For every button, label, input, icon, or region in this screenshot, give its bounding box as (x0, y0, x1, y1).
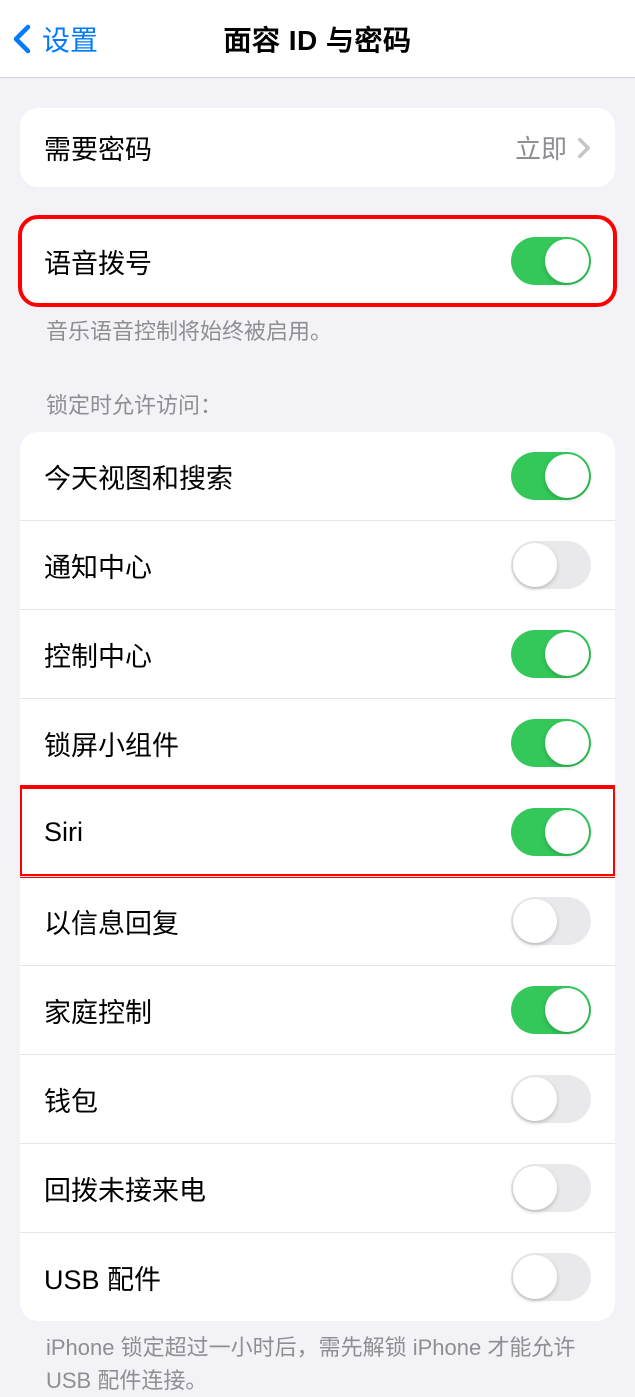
lockscreen-item: 家庭控制 (20, 965, 615, 1054)
lockscreen-item-label: 通知中心 (44, 546, 152, 585)
lockscreen-item: USB 配件 (20, 1232, 615, 1321)
lockscreen-item-toggle[interactable] (511, 986, 591, 1034)
lockscreen-header: 锁定时允许访问： (20, 388, 615, 432)
lockscreen-item: 以信息回复 (20, 876, 615, 965)
lockscreen-item-toggle[interactable] (511, 719, 591, 767)
lockscreen-item: 锁屏小组件 (20, 698, 615, 787)
chevron-left-icon (12, 23, 32, 55)
lockscreen-item-toggle[interactable] (511, 1075, 591, 1123)
lockscreen-item: 通知中心 (20, 520, 615, 609)
lockscreen-item-label: 家庭控制 (44, 991, 152, 1030)
lockscreen-item: 钱包 (20, 1054, 615, 1143)
lockscreen-item: Siri (20, 787, 615, 876)
lockscreen-item: 今天视图和搜索 (20, 432, 615, 520)
voice-dial-footer: 音乐语音控制将始终被启用。 (20, 305, 615, 348)
back-label: 设置 (42, 19, 98, 59)
back-button[interactable]: 设置 (12, 19, 98, 59)
lockscreen-item: 控制中心 (20, 609, 615, 698)
lockscreen-item-label: USB 配件 (44, 1258, 161, 1297)
voice-dial-row: 语音拨号 (20, 217, 615, 305)
lockscreen-item-label: 回拨未接来电 (44, 1169, 206, 1208)
chevron-right-icon (577, 137, 591, 159)
lockscreen-item-toggle[interactable] (511, 897, 591, 945)
page-title: 面容 ID 与密码 (223, 19, 411, 59)
require-passcode-label: 需要密码 (44, 128, 152, 167)
lockscreen-item: 回拨未接来电 (20, 1143, 615, 1232)
lockscreen-item-toggle[interactable] (511, 1253, 591, 1301)
lockscreen-item-label: 锁屏小组件 (44, 724, 179, 763)
lockscreen-item-label: 钱包 (44, 1080, 98, 1119)
lockscreen-item-toggle[interactable] (511, 1164, 591, 1212)
lockscreen-item-toggle[interactable] (511, 808, 591, 856)
lockscreen-item-toggle[interactable] (511, 630, 591, 678)
require-passcode-value: 立即 (515, 129, 567, 166)
lockscreen-item-toggle[interactable] (511, 452, 591, 500)
lockscreen-footer: iPhone 锁定超过一小时后，需先解锁 iPhone 才能允许USB 配件连接… (20, 1321, 615, 1397)
voice-dial-highlight: 语音拨号 (20, 217, 615, 305)
lockscreen-item-label: 控制中心 (44, 635, 152, 674)
voice-dial-toggle[interactable] (511, 237, 591, 285)
lockscreen-item-label: 以信息回复 (44, 902, 179, 941)
lockscreen-group: 今天视图和搜索通知中心控制中心锁屏小组件 Siri 以信息回复家庭控制钱包回拨未接来… (20, 432, 615, 1321)
lockscreen-item-label: Siri (44, 817, 83, 848)
lockscreen-item-label: 今天视图和搜索 (44, 457, 233, 496)
voice-dial-label: 语音拨号 (44, 242, 152, 281)
navigation-bar: 设置 面容 ID 与密码 (0, 0, 635, 78)
require-passcode-row[interactable]: 需要密码 立即 (20, 108, 615, 187)
lockscreen-item-toggle[interactable] (511, 541, 591, 589)
